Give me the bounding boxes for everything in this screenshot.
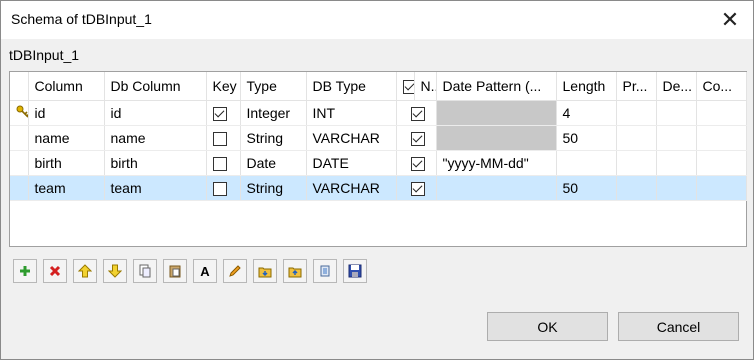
cell-nullable[interactable] [396, 175, 437, 201]
ok-button[interactable]: OK [487, 312, 608, 341]
key-checkbox[interactable] [212, 132, 227, 147]
header-date-pattern[interactable]: Date Pattern (... [436, 72, 557, 101]
header-comment[interactable]: Co... [696, 72, 747, 101]
cell-nullable[interactable] [396, 125, 437, 151]
schema-dialog: Schema of tDBInput_1 ✕ tDBInput_1 Column… [0, 0, 754, 360]
header-key[interactable]: Key [206, 72, 241, 101]
cell-db-column[interactable]: id [104, 100, 207, 126]
row-icon-cell [10, 125, 29, 151]
key-icon [10, 100, 29, 126]
table-row[interactable]: name name String VARCHAR 50 [10, 125, 747, 151]
cell-db-type[interactable]: DATE [306, 150, 397, 176]
title-bar: Schema of tDBInput_1 ✕ [1, 1, 753, 39]
schema-toolbar: A [13, 259, 367, 283]
cancel-button[interactable]: Cancel [618, 312, 739, 341]
cell-db-type[interactable]: VARCHAR [306, 175, 397, 201]
cell-length[interactable]: 50 [556, 125, 617, 151]
header-type[interactable]: Type [240, 72, 307, 101]
cell-key[interactable] [206, 125, 241, 151]
text-icon[interactable]: A [193, 259, 217, 283]
table-header-row: Column Db Column Key Type DB Type N.. Da… [10, 72, 747, 101]
cell-type[interactable]: String [240, 125, 307, 151]
cell-comment[interactable] [696, 100, 747, 126]
cell-length[interactable]: 50 [556, 175, 617, 201]
cell-db-type[interactable]: VARCHAR [306, 125, 397, 151]
edit-icon[interactable] [223, 259, 247, 283]
cell-type[interactable]: String [240, 175, 307, 201]
header-db-column[interactable]: Db Column [104, 72, 207, 101]
cell-date-pattern [436, 100, 557, 126]
cell-db-column[interactable]: name [104, 125, 207, 151]
header-db-type[interactable]: DB Type [306, 72, 397, 101]
cell-default[interactable] [656, 100, 697, 126]
table-row[interactable]: id id Integer INT 4 [10, 100, 747, 126]
cell-date-pattern [436, 125, 557, 151]
nullable-checkbox[interactable] [410, 182, 425, 197]
cell-comment[interactable] [696, 175, 747, 201]
row-icon-cell [10, 150, 29, 176]
reset-icon[interactable] [313, 259, 337, 283]
cell-comment[interactable] [696, 125, 747, 151]
cell-precision[interactable] [616, 150, 657, 176]
cell-precision[interactable] [616, 175, 657, 201]
remove-icon[interactable] [43, 259, 67, 283]
cell-precision[interactable] [616, 100, 657, 126]
paste-icon[interactable] [163, 259, 187, 283]
key-checkbox[interactable] [212, 182, 227, 197]
cell-key[interactable] [206, 175, 241, 201]
cell-column[interactable]: id [28, 100, 105, 126]
header-icon-col [10, 72, 29, 101]
nullable-checkbox[interactable] [410, 157, 425, 172]
cell-date-pattern[interactable] [436, 175, 557, 201]
cell-default[interactable] [656, 175, 697, 201]
header-nullable[interactable]: N.. [414, 72, 437, 101]
cell-comment[interactable] [696, 150, 747, 176]
cell-key[interactable] [206, 150, 241, 176]
cell-nullable[interactable] [396, 150, 437, 176]
cell-precision[interactable] [616, 125, 657, 151]
cell-column[interactable]: birth [28, 150, 105, 176]
cell-db-type[interactable]: INT [306, 100, 397, 126]
cell-db-column[interactable]: team [104, 175, 207, 201]
key-checkbox[interactable] [212, 157, 227, 172]
header-default[interactable]: De... [656, 72, 697, 101]
add-icon[interactable] [13, 259, 37, 283]
cell-length[interactable] [556, 150, 617, 176]
nullable-all-checkbox[interactable] [402, 80, 413, 95]
move-down-icon[interactable] [103, 259, 127, 283]
cell-key[interactable] [206, 100, 241, 126]
component-name: tDBInput_1 [9, 47, 80, 63]
row-icon-cell [10, 175, 29, 201]
cell-default[interactable] [656, 150, 697, 176]
close-icon[interactable]: ✕ [707, 1, 753, 39]
key-checkbox[interactable] [212, 107, 227, 122]
nullable-checkbox[interactable] [410, 132, 425, 147]
cell-db-column[interactable]: birth [104, 150, 207, 176]
cell-length[interactable]: 4 [556, 100, 617, 126]
cell-column[interactable]: team [28, 175, 105, 201]
cell-type[interactable]: Date [240, 150, 307, 176]
cell-type[interactable]: Integer [240, 100, 307, 126]
cell-date-pattern[interactable]: "yyyy-MM-dd" [436, 150, 557, 176]
header-nullable-checkbox[interactable] [396, 72, 415, 101]
table-row-selected[interactable]: team team String VARCHAR 50 [10, 175, 747, 201]
header-precision[interactable]: Pr... [616, 72, 657, 101]
cell-column[interactable]: name [28, 125, 105, 151]
import-icon[interactable] [253, 259, 277, 283]
header-length[interactable]: Length [556, 72, 617, 101]
nullable-checkbox[interactable] [410, 107, 425, 122]
export-icon[interactable] [283, 259, 307, 283]
save-icon[interactable] [343, 259, 367, 283]
copy-icon[interactable] [133, 259, 157, 283]
table-row[interactable]: birth birth Date DATE "yyyy-MM-dd" [10, 150, 747, 176]
move-up-icon[interactable] [73, 259, 97, 283]
window-title: Schema of tDBInput_1 [11, 11, 152, 27]
cell-nullable[interactable] [396, 100, 437, 126]
cell-default[interactable] [656, 125, 697, 151]
schema-table: Column Db Column Key Type DB Type N.. Da… [9, 71, 747, 247]
header-column[interactable]: Column [28, 72, 105, 101]
